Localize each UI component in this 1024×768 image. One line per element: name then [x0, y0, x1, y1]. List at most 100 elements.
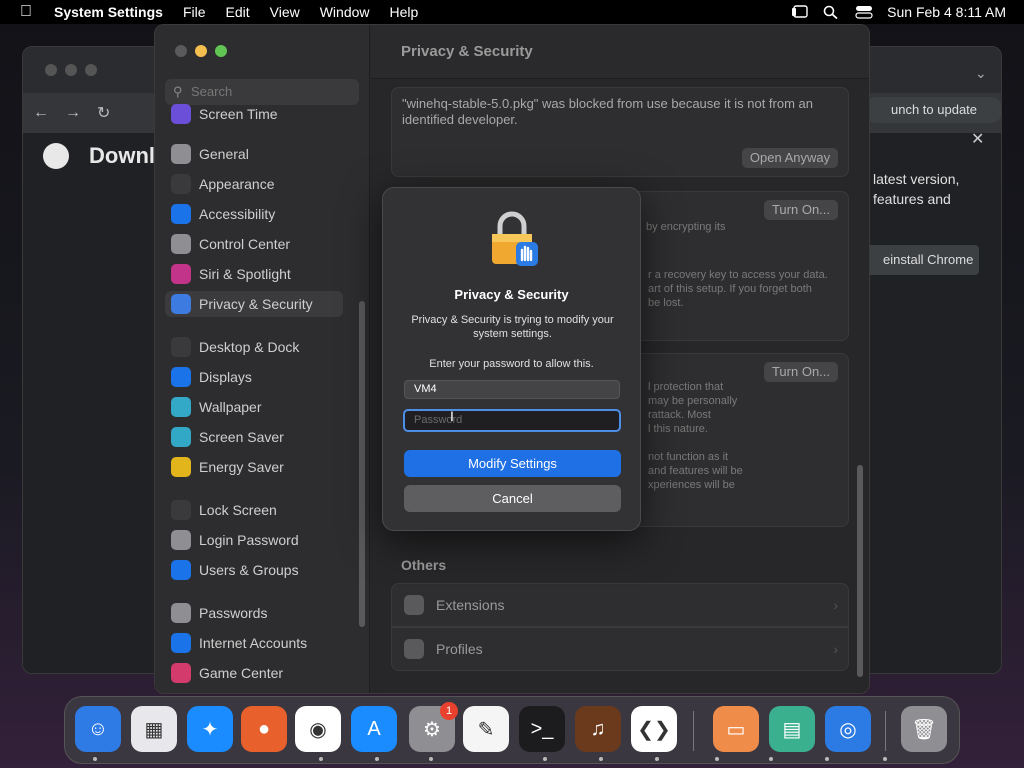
sidebar-item-energy-saver[interactable]: Energy Saver [165, 454, 343, 480]
sidebar-item-passwords[interactable]: Passwords [165, 600, 343, 626]
dock-chrome-icon[interactable]: ◉ [295, 706, 341, 752]
dialog-title: Privacy & Security [454, 287, 569, 302]
sidebar-item-accessibility[interactable]: Accessibility [165, 201, 343, 227]
energy-saver-icon [171, 457, 191, 477]
control-center-icon[interactable] [855, 5, 873, 19]
dock-safari-icon[interactable]: ✦ [187, 706, 233, 752]
desktop-dock-icon [171, 337, 191, 357]
menu-file[interactable]: File [173, 4, 216, 20]
menu-edit[interactable]: Edit [216, 4, 260, 20]
chrome-info-line-2: features and [873, 191, 951, 207]
chrome-page-title: Downl [89, 143, 155, 168]
close-icon[interactable]: ✕ [971, 129, 984, 149]
dock-textedit-icon[interactable]: ✎ [463, 706, 509, 752]
lockdown-text-7: xperiences will be [648, 479, 735, 491]
dock-terminal-icon[interactable]: >_ [519, 706, 565, 752]
dock-remote-desktop-icon[interactable]: ▭ [713, 706, 759, 752]
users-groups-icon [171, 560, 191, 580]
stage-manager-icon[interactable] [791, 5, 809, 19]
accessibility-icon [171, 204, 191, 224]
dock-archive-icon[interactable]: ▤ [769, 706, 815, 752]
profiles-row[interactable]: Profiles › [391, 627, 849, 671]
cancel-button[interactable]: Cancel [404, 485, 621, 512]
minimize-window-button[interactable] [195, 45, 207, 57]
turn-on-filevault-button[interactable]: Turn On... [764, 200, 838, 220]
running-indicator [715, 757, 719, 761]
username-field[interactable]: VM4 [404, 380, 620, 399]
dock-separator [693, 711, 694, 751]
sidebar-item-label: Energy Saver [199, 459, 284, 475]
menu-view[interactable]: View [260, 4, 310, 20]
turn-on-lockdown-button[interactable]: Turn On... [764, 362, 838, 382]
sidebar-item-lock-screen[interactable]: Lock Screen [165, 497, 343, 523]
wallpaper-icon [171, 397, 191, 417]
sidebar-item-siri-spotlight[interactable]: Siri & Spotlight [165, 261, 343, 287]
sidebar-item-privacy-security[interactable]: Privacy & Security [165, 291, 343, 317]
modify-settings-button[interactable]: Modify Settings [404, 450, 621, 477]
sidebar-scrollbar[interactable] [359, 301, 365, 627]
sidebar-item-general[interactable]: General [165, 141, 343, 167]
apple-menu-icon[interactable]:  [0, 3, 52, 21]
content-scrollbar[interactable] [857, 465, 863, 677]
dock-garageband-icon[interactable]: ♫ [575, 706, 621, 752]
filevault-text-3: art of this setup. If you forget both [648, 283, 812, 295]
spotlight-search-icon[interactable] [823, 5, 841, 20]
text-cursor-icon: I [450, 408, 454, 424]
sidebar-item-users-groups[interactable]: Users & Groups [165, 557, 343, 583]
dock-firefox-icon[interactable]: ● [241, 706, 287, 752]
sidebar-item-login-password[interactable]: Login Password [165, 527, 343, 553]
forward-arrow-icon[interactable]: → [65, 104, 81, 122]
dock-finder-icon[interactable]: ☺ [75, 706, 121, 752]
reinstall-chrome-button[interactable]: einstall Chrome [865, 245, 979, 275]
reload-icon[interactable]: ↻ [97, 103, 110, 123]
extensions-row[interactable]: Extensions › [391, 583, 849, 627]
sidebar-item-label: Siri & Spotlight [199, 266, 291, 282]
sidebar-item-wallpaper[interactable]: Wallpaper [165, 394, 343, 420]
sidebar-item-appearance[interactable]: Appearance [165, 171, 343, 197]
password-field[interactable]: Password [403, 409, 621, 432]
menu-app-name[interactable]: System Settings [52, 4, 173, 20]
back-arrow-icon[interactable]: ← [33, 104, 49, 122]
chevron-down-icon[interactable]: ⌄ [975, 65, 987, 82]
menu-bar:  System Settings File Edit View Window … [0, 0, 1024, 24]
running-indicator [883, 757, 887, 761]
control-center-icon [171, 234, 191, 254]
dock-vs-code-icon[interactable]: ❮❯ [631, 706, 677, 752]
pane-header: Privacy & Security [371, 25, 869, 79]
menu-help[interactable]: Help [380, 4, 429, 20]
dock: ☺ ▦ ✦ ● ◉ A ⚙ ✎ >_ ♫ ❮❯ ▭ ▤ ◎ 🗑 [64, 696, 960, 764]
siri-spotlight-icon [171, 264, 191, 284]
sidebar-item-screen-saver[interactable]: Screen Saver [165, 424, 343, 450]
sidebar-item-label: Game Center [199, 665, 284, 681]
sidebar-item-control-center[interactable]: Control Center [165, 231, 343, 257]
screen-time-icon [171, 104, 191, 124]
sidebar-item-game-center[interactable]: Game Center [165, 660, 343, 686]
lockdown-text-2: may be personally [648, 395, 738, 407]
search-placeholder: Search [191, 84, 233, 99]
menu-window[interactable]: Window [310, 4, 380, 20]
sidebar-item-label: Internet Accounts [199, 635, 308, 651]
lockdown-text-4: l this nature. [648, 423, 708, 435]
dock-app-store-icon[interactable]: A [351, 706, 397, 752]
relaunch-to-update-button[interactable]: unch to update [863, 97, 1001, 123]
zoom-window-button[interactable] [215, 45, 227, 57]
displays-icon [171, 367, 191, 387]
internet-accounts-icon [171, 633, 191, 653]
open-anyway-button[interactable]: Open Anyway [742, 148, 838, 168]
sidebar-item-label: Control Center [199, 236, 291, 252]
sidebar-item-screen-time[interactable]: Screen Time [165, 101, 343, 127]
profiles-icon [404, 639, 424, 659]
sidebar-item-internet-accounts[interactable]: Internet Accounts [165, 630, 343, 656]
dialog-message: Privacy & Security is trying to modify y… [411, 314, 614, 340]
menubar-clock[interactable]: Sun Feb 4 8:11 AM [887, 4, 1006, 20]
filevault-text-1: by encrypting its [646, 221, 726, 233]
sidebar-item-displays[interactable]: Displays [165, 364, 343, 390]
pane-title: Privacy & Security [401, 43, 533, 60]
dock-screen-recorder-icon[interactable]: ◎ [825, 706, 871, 752]
filevault-text-4: be lost. [648, 297, 684, 309]
sidebar-item-desktop-dock[interactable]: Desktop & Dock [165, 334, 343, 360]
dock-launchpad-icon[interactable]: ▦ [131, 706, 177, 752]
close-window-button[interactable] [175, 45, 187, 57]
dock-trash-icon[interactable]: 🗑 [901, 706, 947, 752]
sidebar-item-label: Accessibility [199, 206, 276, 222]
